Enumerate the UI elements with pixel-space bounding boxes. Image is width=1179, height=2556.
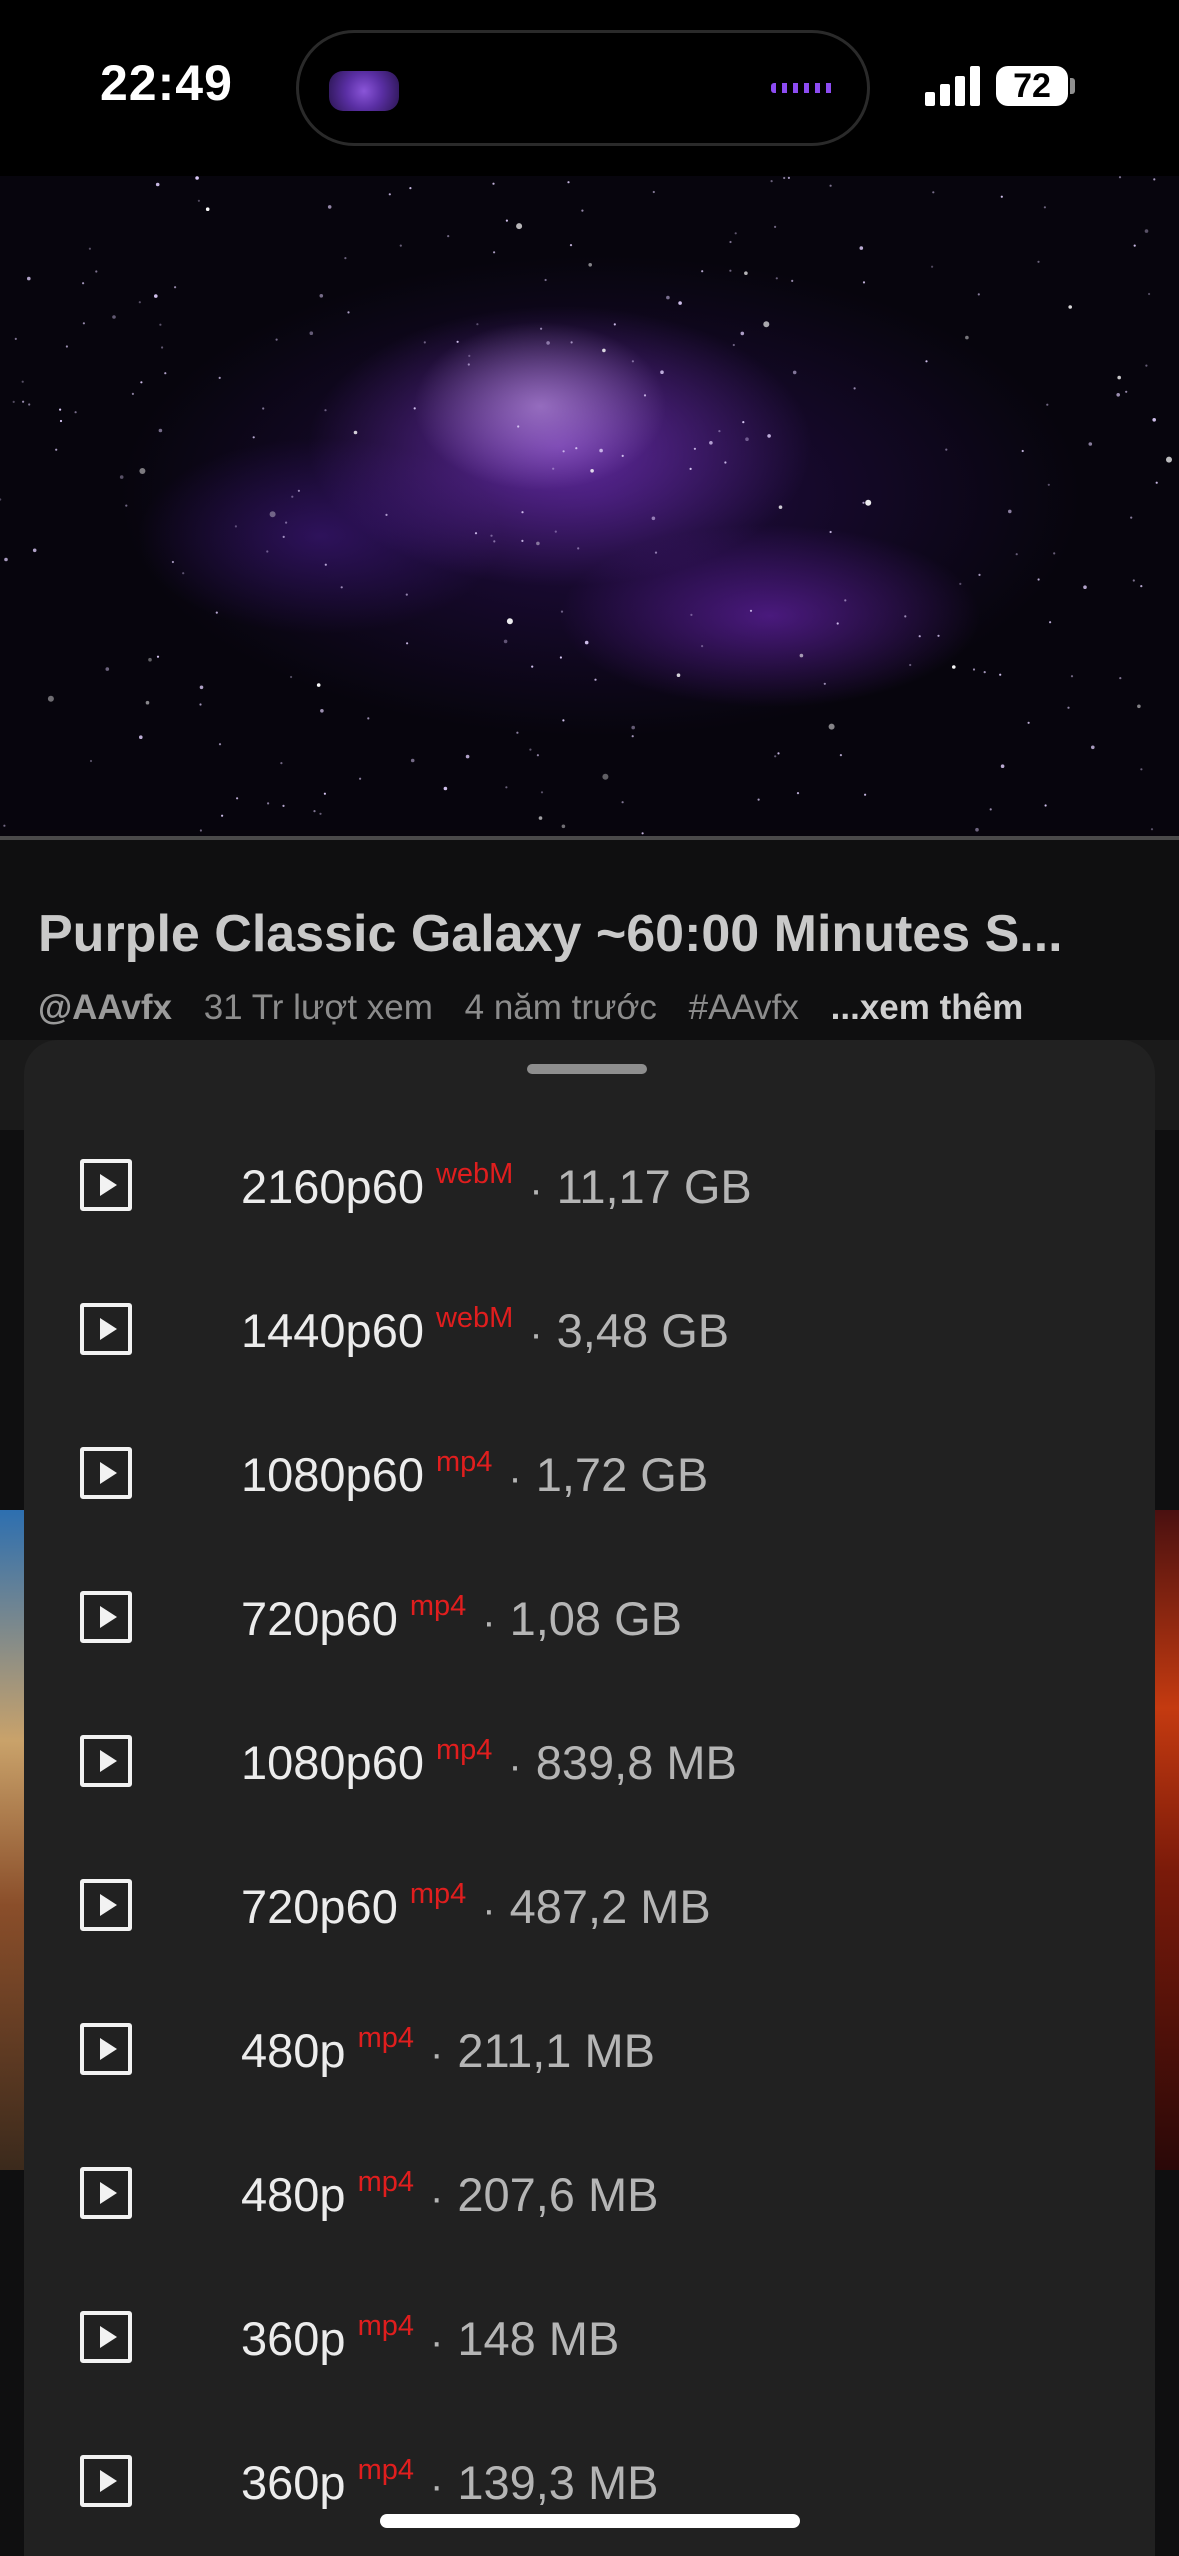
status-time: 22:49 xyxy=(100,55,233,111)
battery-icon: 72 xyxy=(996,66,1068,106)
option-label: 2160p60 webM · 11,17 GB xyxy=(241,1158,752,1214)
option-format-tag: mp4 xyxy=(435,1446,493,1478)
option-resolution: 720p60 xyxy=(241,1880,398,1933)
video-progress-bar[interactable] xyxy=(0,836,1179,840)
option-separator: · xyxy=(429,2320,444,2364)
option-separator: · xyxy=(529,1312,543,1356)
option-label: 1080p60 mp4 · 839,8 MB xyxy=(241,1734,737,1790)
download-options-sheet: 2160p60 webM · 11,17 GB 1440p60 webM · 3,48 GB 1… xyxy=(24,1040,1155,2556)
home-indicator[interactable] xyxy=(380,2514,800,2528)
option-label: 720p60 mp4 · 487,2 MB xyxy=(241,1878,711,1934)
option-separator: · xyxy=(429,2176,444,2220)
option-resolution: 480p xyxy=(241,2024,346,2077)
option-resolution: 2160p60 xyxy=(241,1160,424,1213)
option-format-tag: mp4 xyxy=(357,2310,414,2342)
option-label: 480p mp4 · 211,1 MB xyxy=(241,2022,655,2078)
sheet-grabber-handle[interactable] xyxy=(527,1064,647,1074)
show-more-link[interactable]: ...xem thêm xyxy=(831,988,1024,1027)
dynamic-island[interactable] xyxy=(296,30,870,146)
option-resolution: 360p xyxy=(241,2456,346,2509)
play-icon xyxy=(80,2311,132,2363)
option-separator: · xyxy=(508,1744,522,1788)
download-option-row[interactable]: 360p mp4 · 148 MB xyxy=(24,2264,1155,2408)
option-label: 360p mp4 · 148 MB xyxy=(241,2310,619,2366)
play-icon xyxy=(80,1591,132,1643)
option-label: 720p60 mp4 · 1,08 GB xyxy=(241,1590,682,1646)
option-resolution: 480p xyxy=(241,2168,346,2221)
option-file-size: 487,2 MB xyxy=(509,1880,711,1933)
option-format-tag: webM xyxy=(435,1158,514,1190)
now-playing-artwork-icon xyxy=(329,71,399,111)
option-resolution: 1080p60 xyxy=(241,1736,424,1789)
play-icon xyxy=(80,1735,132,1787)
option-file-size: 839,8 MB xyxy=(535,1736,737,1789)
option-file-size: 148 MB xyxy=(457,2312,620,2365)
download-option-row[interactable]: 720p60 mp4 · 487,2 MB xyxy=(24,1832,1155,1976)
option-file-size: 1,72 GB xyxy=(535,1448,709,1501)
option-format-tag: mp4 xyxy=(357,2166,414,2198)
option-format-tag: webM xyxy=(435,1302,514,1334)
cellular-signal-icon xyxy=(925,66,981,106)
option-file-size: 211,1 MB xyxy=(457,2024,655,2077)
option-separator: · xyxy=(529,1168,543,1212)
option-file-size: 3,48 GB xyxy=(556,1304,730,1357)
option-file-size: 207,6 MB xyxy=(457,2168,659,2221)
download-option-row[interactable]: 480p mp4 · 207,6 MB xyxy=(24,2120,1155,2264)
option-separator: · xyxy=(429,2464,444,2508)
option-format-tag: mp4 xyxy=(357,2454,414,2486)
galaxy-stars-image xyxy=(0,176,1172,840)
audio-waveform-icon xyxy=(771,83,835,93)
download-option-row[interactable]: 360p mp4 · 139,3 MB xyxy=(24,2408,1155,2552)
battery-cap xyxy=(1070,78,1075,94)
screen: 22:49 72 Purple Classic Galaxy ~60:00 Mi… xyxy=(0,0,1179,2556)
play-icon xyxy=(80,1879,132,1931)
option-resolution: 360p xyxy=(241,2312,346,2365)
option-format-tag: mp4 xyxy=(357,2022,414,2054)
video-title[interactable]: Purple Classic Galaxy ~60:00 Minutes S..… xyxy=(38,904,1063,964)
download-option-row[interactable]: 480p mp4 · 211,1 MB xyxy=(24,1976,1155,2120)
option-format-tag: mp4 xyxy=(409,1590,467,1622)
upload-age: 4 năm trước xyxy=(464,988,657,1027)
download-option-row[interactable]: 1080p60 mp4 · 1,72 GB xyxy=(24,1400,1155,1544)
download-option-row[interactable]: 1080p60 mp4 · 839,8 MB xyxy=(24,1688,1155,1832)
option-separator: · xyxy=(482,1600,496,1644)
download-option-row[interactable]: 1440p60 webM · 3,48 GB xyxy=(24,1256,1155,1400)
option-label: 1080p60 mp4 · 1,72 GB xyxy=(241,1446,708,1502)
option-separator: · xyxy=(508,1456,522,1500)
video-player[interactable] xyxy=(0,176,1179,840)
view-count: 31 Tr lượt xem xyxy=(203,988,433,1027)
option-format-tag: mp4 xyxy=(435,1734,493,1766)
hashtag-link[interactable]: #AAvfx xyxy=(689,988,799,1027)
play-icon xyxy=(80,1303,132,1355)
option-resolution: 1440p60 xyxy=(241,1304,424,1357)
download-option-row[interactable]: 720p60 mp4 · 1,08 GB xyxy=(24,1544,1155,1688)
option-label: 1440p60 webM · 3,48 GB xyxy=(241,1302,729,1358)
download-option-row[interactable]: 2160p60 webM · 11,17 GB xyxy=(24,1112,1155,1256)
option-resolution: 720p60 xyxy=(241,1592,398,1645)
option-label: 480p mp4 · 207,6 MB xyxy=(241,2166,659,2222)
status-bar: 22:49 72 xyxy=(0,0,1179,176)
play-icon xyxy=(80,1447,132,1499)
play-icon xyxy=(80,1159,132,1211)
option-format-tag: mp4 xyxy=(409,1878,467,1910)
play-icon xyxy=(80,2455,132,2507)
video-meta-row: @AAvfx 31 Tr lượt xem 4 năm trước #AAvfx… xyxy=(38,988,1045,1028)
option-file-size: 11,17 GB xyxy=(556,1160,752,1213)
option-separator: · xyxy=(429,2032,444,2076)
play-icon xyxy=(80,2023,132,2075)
option-separator: · xyxy=(482,1888,496,1932)
option-file-size: 139,3 MB xyxy=(457,2456,659,2509)
play-icon xyxy=(80,2167,132,2219)
option-label: 360p mp4 · 139,3 MB xyxy=(241,2454,659,2510)
option-file-size: 1,08 GB xyxy=(509,1592,683,1645)
option-resolution: 1080p60 xyxy=(241,1448,424,1501)
channel-handle[interactable]: @AAvfx xyxy=(38,988,172,1027)
